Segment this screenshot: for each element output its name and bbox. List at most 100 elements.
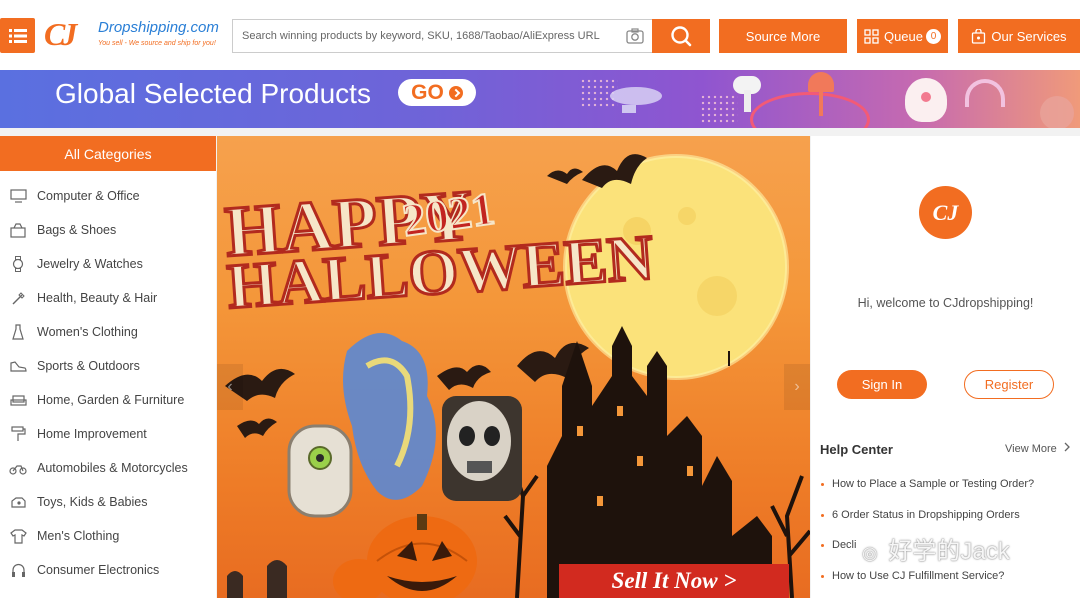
category-sports-outdoors[interactable]: Sports & Outdoors xyxy=(0,349,216,383)
category-label: Computer & Office xyxy=(37,189,140,203)
site-logo[interactable]: CJ Dropshipping.com You sell - We source… xyxy=(44,16,229,56)
sign-in-label: Sign In xyxy=(861,377,903,392)
sell-it-now-label: Sell It Now > xyxy=(611,568,737,593)
go-button[interactable]: GO xyxy=(398,79,476,106)
facial-steamer-light xyxy=(921,92,931,102)
chevron-left-icon: ‹ xyxy=(227,378,233,395)
carousel-next-button[interactable]: › xyxy=(784,364,810,410)
services-bag-icon xyxy=(972,28,986,44)
wechat-icon: ◎ xyxy=(862,543,878,563)
category-label: Home, Garden & Furniture xyxy=(37,393,185,407)
promo-banner[interactable]: Global Selected Products GO xyxy=(0,70,1080,128)
category-mens-clothing[interactable]: Men's Clothing xyxy=(0,519,216,553)
dot-pattern-decoration xyxy=(700,94,738,124)
sign-in-button[interactable]: Sign In xyxy=(837,370,927,399)
brush-icon xyxy=(9,290,27,306)
top-header: CJ Dropshipping.com You sell - We source… xyxy=(0,0,1080,70)
help-article-label: How to Place a Sample or Testing Order? xyxy=(832,478,1035,490)
category-label: Consumer Electronics xyxy=(37,563,160,577)
search-box xyxy=(232,19,652,53)
all-categories-label: All Categories xyxy=(64,145,152,162)
sell-it-now-button[interactable]: Sell It Now > xyxy=(559,564,789,598)
toy-icon xyxy=(9,494,27,510)
headset-image xyxy=(965,79,1005,107)
menu-button[interactable] xyxy=(0,18,35,53)
halloween-illustration: HAPPY 2021 HALLOWEEN xyxy=(221,154,810,598)
search-icon xyxy=(671,26,692,47)
hair-dryer-handle-image xyxy=(744,90,751,112)
category-health-beauty-hair[interactable]: Health, Beauty & Hair xyxy=(0,281,216,315)
go-label: GO xyxy=(411,80,444,104)
globe-decoration xyxy=(1040,96,1074,128)
dress-icon xyxy=(9,324,27,340)
shoe-icon xyxy=(9,358,27,374)
welcome-text: Hi, welcome to CJdropshipping! xyxy=(857,296,1034,310)
logo-name: Dropshipping.com xyxy=(98,19,219,36)
airship-gondola-illustration xyxy=(622,105,636,113)
category-label: Women's Clothing xyxy=(37,325,138,339)
help-article-link[interactable]: 6 Order Status in Dropshipping Orders xyxy=(821,509,1020,521)
queue-count-badge: 0 xyxy=(926,28,942,44)
bullet xyxy=(821,513,824,517)
queue-button[interactable]: Queue 0 xyxy=(857,19,948,53)
category-toys-kids-babies[interactable]: Toys, Kids & Babies xyxy=(0,485,216,519)
our-services-button[interactable]: Our Services xyxy=(958,19,1080,53)
shirt-icon xyxy=(9,528,27,544)
help-article-link[interactable]: How to Place a Sample or Testing Order? xyxy=(821,478,1034,490)
wechat-watermark: ◎ 好学的Jack xyxy=(862,531,1010,566)
category-sidebar: All Categories Computer & Office Bags & … xyxy=(0,136,216,598)
list-menu-icon xyxy=(8,28,27,43)
category-consumer-electronics[interactable]: Consumer Electronics xyxy=(0,553,216,587)
category-label: Home Improvement xyxy=(37,427,147,441)
category-home-improvement[interactable]: Home Improvement xyxy=(0,417,216,451)
watermark-text: 好学的Jack xyxy=(888,538,1010,565)
search-button[interactable] xyxy=(652,19,710,53)
category-label: Automobiles & Motorcycles xyxy=(37,461,188,475)
help-article-label: 6 Order Status in Dropshipping Orders xyxy=(832,509,1020,521)
category-womens-clothing[interactable]: Women's Clothing xyxy=(0,315,216,349)
bullet xyxy=(821,574,824,578)
hero-banner[interactable]: HAPPY 2021 HALLOWEEN ‹ › Sell It Now > xyxy=(217,136,810,598)
avatar-logo-text: CJ xyxy=(932,199,959,225)
queue-label: Queue xyxy=(883,28,924,44)
help-article-link[interactable]: How to Use CJ Fulfillment Service? xyxy=(821,570,1004,582)
category-computer-office[interactable]: Computer & Office xyxy=(0,179,216,213)
view-more-label: View More xyxy=(1005,443,1057,455)
our-services-label: Our Services xyxy=(991,28,1067,44)
lamp-stand-image xyxy=(819,90,823,116)
chevron-right-icon: › xyxy=(794,378,800,395)
category-bags-shoes[interactable]: Bags & Shoes xyxy=(0,213,216,247)
headphones-icon xyxy=(9,562,27,578)
avatar: CJ xyxy=(919,186,972,239)
help-center-title: Help Center xyxy=(820,442,893,457)
lamp-image xyxy=(808,72,834,92)
monitor-icon xyxy=(9,188,27,204)
category-jewelry-watches[interactable]: Jewelry & Watches xyxy=(0,247,216,281)
paint-roller-icon xyxy=(9,426,27,442)
search-input[interactable] xyxy=(233,20,618,52)
view-more-link[interactable]: View More xyxy=(1005,442,1071,455)
help-article-label: How to Use CJ Fulfillment Service? xyxy=(832,570,1005,582)
help-article-link[interactable]: Decli xyxy=(821,539,856,551)
carousel-prev-button[interactable]: ‹ xyxy=(217,364,243,410)
ring-decoration xyxy=(750,92,870,128)
watch-icon xyxy=(9,256,27,272)
camera-icon[interactable] xyxy=(626,28,644,44)
category-label: Bags & Shoes xyxy=(37,223,117,237)
all-categories-heading[interactable]: All Categories xyxy=(0,136,216,171)
source-more-label: Source More xyxy=(745,28,821,44)
category-home-garden-furniture[interactable]: Home, Garden & Furniture xyxy=(0,383,216,417)
category-automobiles-motorcycles[interactable]: Automobiles & Motorcycles xyxy=(0,451,216,485)
promo-title: Global Selected Products xyxy=(55,78,371,109)
bullet xyxy=(821,543,824,547)
source-more-button[interactable]: Source More xyxy=(719,19,847,53)
cj-logo-mark: CJ xyxy=(44,16,77,52)
category-label: Toys, Kids & Babies xyxy=(37,495,148,509)
register-button[interactable]: Register xyxy=(964,370,1054,399)
queue-grid-icon xyxy=(864,28,879,44)
category-label: Sports & Outdoors xyxy=(37,359,140,373)
sofa-icon xyxy=(9,392,27,408)
register-label: Register xyxy=(984,377,1034,392)
airship-illustration xyxy=(610,87,662,105)
logo-tagline: You sell - We source and ship for you! xyxy=(98,40,216,47)
